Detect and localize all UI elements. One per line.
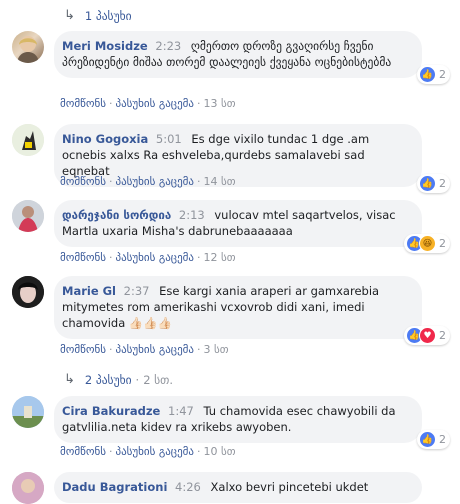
comment-actions: მომწონს · პასუხის გაცემა · 13 სთ	[60, 97, 236, 110]
reply-button[interactable]: პასუხის გაცემა	[115, 343, 194, 356]
like-button[interactable]: მომწონს	[60, 445, 106, 458]
comment-author[interactable]: Nino Gogoxia	[62, 132, 148, 146]
comment-time: 4:26	[175, 480, 201, 494]
reaction-count: 2	[439, 176, 446, 190]
like-button[interactable]: მომწონს	[60, 97, 106, 110]
reply-button[interactable]: პასუხის გაცემა	[115, 251, 194, 264]
comment-time: 2:37	[123, 284, 150, 298]
reply-button[interactable]: პასუხის გაცემა	[115, 445, 194, 458]
comment-age[interactable]: 14 სთ	[204, 175, 236, 188]
reaction-summary[interactable]: 👍 2	[417, 430, 450, 449]
avatar-image-icon	[17, 36, 39, 63]
avatar[interactable]	[12, 472, 44, 504]
comment-actions: მომწონს · პასუხის გაცემა · 12 სთ	[60, 251, 236, 264]
avatar-image-icon	[12, 200, 44, 232]
avatar[interactable]	[12, 124, 44, 156]
avatar-image-icon	[12, 124, 44, 156]
comment-age[interactable]: 12 სთ	[204, 251, 236, 264]
comment-actions: მომწონს · პასუხის გაცემა · 10 სთ	[60, 445, 236, 458]
separator-dot: ·	[135, 372, 140, 387]
reply-button[interactable]: პასუხის გაცემა	[115, 97, 194, 110]
avatar[interactable]	[12, 200, 44, 232]
comment-author[interactable]: Cira Bakuradze	[62, 404, 160, 418]
comment-author[interactable]: Marie Gl	[62, 284, 116, 298]
avatar-image-icon	[12, 276, 44, 308]
comment-bubble: Marie Gl 2:37 Ese kargi xania araperi ar…	[54, 276, 450, 345]
reaction-summary[interactable]: 👍 2	[417, 65, 450, 84]
like-reaction-icon: 👍	[419, 66, 436, 83]
view-replies-label: 1 პასუხი	[84, 8, 132, 23]
comment-bubble: დარეჯანი სორდია 2:13 vulocav mtel saqart…	[54, 200, 450, 253]
view-replies-link[interactable]: ↳ 1 პასუხი	[64, 8, 132, 23]
reaction-summary[interactable]: 👍 ♥ 2	[404, 326, 450, 345]
like-reaction-icon: 👍	[419, 175, 436, 192]
comment-time: 2:13	[178, 208, 205, 222]
avatar-image-icon	[12, 396, 44, 428]
reaction-count: 2	[439, 67, 446, 81]
reply-arrow-icon: ↳	[64, 8, 75, 23]
reaction-count: 2	[439, 236, 446, 250]
like-button[interactable]: მომწონს	[60, 175, 106, 188]
comment-bubble: Dadu Bagrationi 4:26 Xalxo bevri pincete…	[54, 472, 422, 503]
like-reaction-icon: 👍	[419, 431, 436, 448]
avatar[interactable]	[12, 31, 44, 63]
comment-bubble: Meri Mosidze 2:23 ღმერთო დროზე გვაღირსე …	[54, 31, 450, 84]
avatar[interactable]	[12, 396, 44, 428]
replies-time: 2 სთ.	[143, 372, 174, 387]
avatar-image-icon	[12, 472, 44, 504]
reaction-summary[interactable]: 👍 2	[417, 174, 450, 193]
view-replies-label: 2 პასუხი	[84, 372, 132, 387]
comment-author[interactable]: დარეჯანი სორდია	[62, 208, 171, 222]
comment-bubble: Cira Bakuradze 1:47 Tu chamovida esec ch…	[54, 396, 450, 449]
like-button[interactable]: მომწონს	[60, 343, 106, 356]
haha-reaction-icon: 😆	[419, 235, 436, 252]
reply-arrow-icon: ↳	[64, 372, 75, 387]
reaction-count: 2	[439, 432, 446, 446]
comment-author[interactable]: Meri Mosidze	[62, 39, 148, 53]
comment-actions: მომწონს · პასუხის გაცემა · 14 სთ	[60, 175, 236, 188]
comment-time: 1:47	[168, 404, 194, 418]
comment-time: 5:01	[155, 132, 182, 146]
comment-time: 2:23	[155, 39, 182, 53]
comment-actions: მომწონს · პასუხის გაცემა · 3 სთ	[60, 343, 229, 356]
comment-age[interactable]: 3 სთ	[204, 343, 229, 356]
avatar[interactable]	[12, 276, 44, 308]
love-reaction-icon: ♥	[419, 327, 436, 344]
view-replies-link[interactable]: ↳ 2 პასუხი · 2 სთ.	[64, 372, 173, 387]
reaction-summary[interactable]: 👍 😆 2	[404, 234, 450, 253]
comment-author[interactable]: Dadu Bagrationi	[62, 480, 167, 494]
like-button[interactable]: მომწონს	[60, 251, 106, 264]
reaction-count: 2	[439, 328, 446, 342]
reply-button[interactable]: პასუხის გაცემა	[115, 175, 194, 188]
comment-age[interactable]: 13 სთ	[204, 97, 236, 110]
comment-age[interactable]: 10 სთ	[204, 445, 236, 458]
comment-text: Xalxo bevri pincetebi ukdet	[210, 480, 369, 494]
